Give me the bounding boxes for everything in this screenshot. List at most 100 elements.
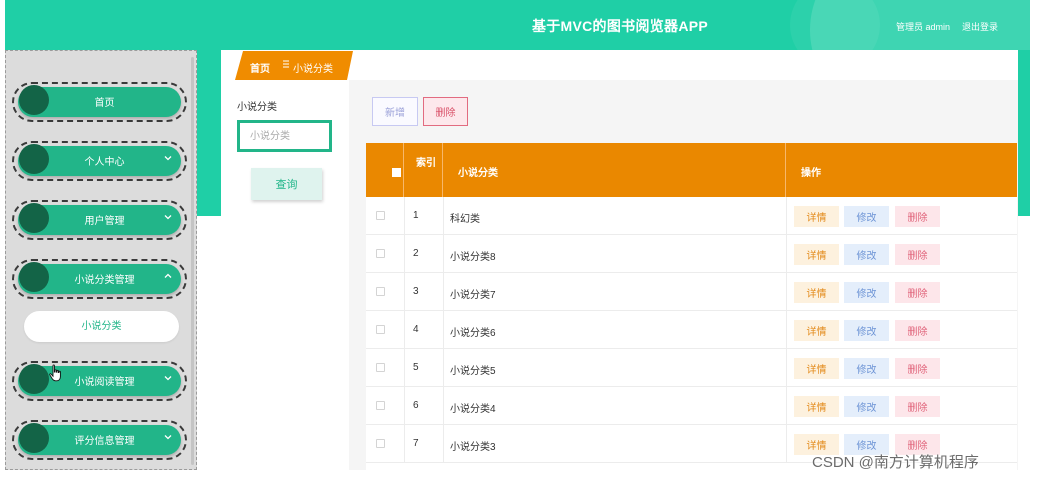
table-row: 6 小说分类4 详情 修改 删除 [366, 387, 1017, 425]
column-divider [786, 311, 787, 349]
table-row: 1 科幻类 详情 修改 删除 [366, 197, 1017, 235]
row-index: 5 [413, 362, 419, 373]
breadcrumb-current: 小说分类 [293, 64, 333, 75]
edit-button[interactable]: 修改 [844, 358, 889, 379]
sidebar-subitem-category[interactable]: 小说分类 [24, 311, 179, 342]
column-divider [404, 387, 405, 425]
sidebar-item-label: 用户管理 [84, 216, 125, 227]
column-divider [404, 197, 405, 235]
sidebar-item-profile[interactable]: 个人中心 [12, 141, 187, 181]
chevron-up-icon [164, 273, 172, 278]
delete-button[interactable]: 删除 [895, 282, 940, 303]
batch-delete-button[interactable]: 删除 [423, 97, 468, 126]
row-index: 6 [413, 400, 419, 411]
column-divider [404, 273, 405, 311]
row-category-name: 小说分类3 [450, 442, 496, 453]
row-category-name: 小说分类5 [450, 366, 496, 377]
detail-button[interactable]: 详情 [794, 358, 839, 379]
sidebar-item-home[interactable]: 首页 [12, 82, 187, 122]
sidebar-item-label: 个人中心 [84, 157, 125, 168]
detail-button[interactable]: 详情 [794, 206, 839, 227]
top-header: 基于MVC的图书阅览器APP 管理员 admin 退出登录 [5, 0, 1030, 50]
row-index: 1 [413, 210, 419, 221]
table-row: 4 小说分类6 详情 修改 删除 [366, 311, 1017, 349]
column-divider [443, 197, 444, 235]
row-checkbox[interactable] [376, 363, 385, 372]
watermark: CSDN @南方计算机程序 [812, 454, 979, 471]
category-search-input[interactable] [237, 120, 332, 152]
sidebar-item-label: 评分信息管理 [74, 436, 135, 447]
add-button[interactable]: 新增 [372, 97, 418, 126]
table-row: 2 小说分类8 详情 修改 删除 [366, 235, 1017, 273]
column-divider [786, 197, 787, 235]
row-checkbox[interactable] [376, 249, 385, 258]
edit-button[interactable]: 修改 [844, 320, 889, 341]
row-checkbox[interactable] [376, 287, 385, 296]
row-checkbox[interactable] [376, 211, 385, 220]
chevron-down-icon [164, 215, 172, 220]
delete-button[interactable]: 删除 [895, 396, 940, 417]
row-category-name: 科幻类 [450, 214, 480, 225]
row-index: 2 [413, 248, 419, 259]
row-category-name: 小说分类4 [450, 404, 496, 415]
row-index: 3 [413, 286, 419, 297]
breadcrumb-home[interactable]: 首页 [250, 60, 270, 75]
row-checkbox[interactable] [376, 439, 385, 448]
column-divider [443, 349, 444, 387]
detail-button[interactable]: 详情 [794, 320, 839, 341]
current-user: 管理员 admin [896, 22, 951, 32]
delete-button[interactable]: 删除 [895, 358, 940, 379]
row-checkbox[interactable] [376, 401, 385, 410]
chevron-down-icon [164, 435, 172, 440]
row-checkbox[interactable] [376, 325, 385, 334]
header-index: 索引 [416, 158, 436, 169]
column-divider [443, 235, 444, 273]
column-divider [443, 273, 444, 311]
detail-button[interactable]: 详情 [794, 244, 839, 265]
delete-button[interactable]: 删除 [895, 320, 940, 341]
sidebar-scrollbar[interactable] [191, 57, 194, 465]
sidebar-item-label: 首页 [94, 98, 115, 109]
app-window: 基于MVC的图书阅览器APP 管理员 admin 退出登录 首页 个人中心 用户… [0, 0, 1041, 479]
sidebar-item-category-mgmt[interactable]: 小说分类管理 [12, 259, 187, 299]
header-ops: 操作 [801, 168, 821, 179]
chevron-down-icon [164, 376, 172, 381]
edit-button[interactable]: 修改 [844, 244, 889, 265]
column-divider [786, 273, 787, 311]
column-divider [786, 387, 787, 425]
detail-button[interactable]: 详情 [794, 396, 839, 417]
row-category-name: 小说分类7 [450, 290, 496, 301]
chevron-down-icon [164, 156, 172, 161]
delete-button[interactable]: 删除 [895, 244, 940, 265]
column-divider [404, 425, 405, 463]
table-row: 3 小说分类7 详情 修改 删除 [366, 273, 1017, 311]
column-divider [404, 235, 405, 273]
column-divider [786, 425, 787, 463]
column-divider [443, 425, 444, 463]
app-title: 基于MVC的图书阅览器APP [531, 18, 709, 34]
sidebar-item-reading-mgmt[interactable]: 小说阅读管理 [12, 361, 187, 401]
edit-button[interactable]: 修改 [844, 206, 889, 227]
column-divider [786, 349, 787, 387]
breadcrumb-separator-icon [283, 60, 289, 68]
table-row: 5 小说分类5 详情 修改 删除 [366, 349, 1017, 387]
row-category-name: 小说分类6 [450, 328, 496, 339]
column-divider [786, 235, 787, 273]
header-cell [404, 143, 443, 197]
detail-button[interactable]: 详情 [794, 282, 839, 303]
logout-link[interactable]: 退出登录 [962, 20, 998, 33]
search-label: 小说分类 [237, 102, 277, 113]
column-divider [443, 311, 444, 349]
select-all-checkbox[interactable] [392, 168, 401, 177]
table-body: 1 科幻类 详情 修改 删除 2 小说分类8 详情 修改 删除 3 小说分类7 详情 修改 删除 4 小说分类6… [366, 197, 1017, 470]
query-button[interactable]: 查询 [251, 168, 322, 200]
row-category-name: 小说分类8 [450, 252, 496, 263]
column-divider [443, 387, 444, 425]
delete-button[interactable]: 删除 [895, 206, 940, 227]
column-divider [404, 311, 405, 349]
edit-button[interactable]: 修改 [844, 282, 889, 303]
edit-button[interactable]: 修改 [844, 396, 889, 417]
row-index: 7 [413, 438, 419, 449]
sidebar-item-users[interactable]: 用户管理 [12, 200, 187, 240]
sidebar-item-rating-mgmt[interactable]: 评分信息管理 [12, 420, 187, 460]
